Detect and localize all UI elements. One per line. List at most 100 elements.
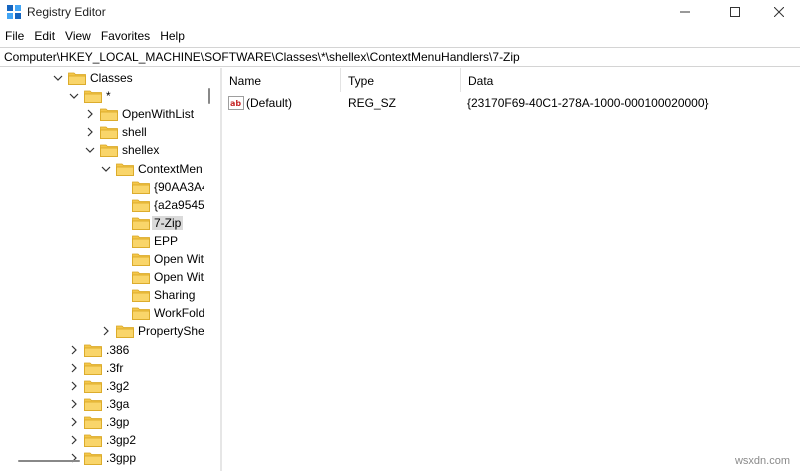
- folder-icon: [84, 452, 102, 465]
- maximize-icon: [730, 7, 740, 17]
- tree-node[interactable]: .3gp: [68, 413, 129, 431]
- tree-node[interactable]: .3gpp: [68, 449, 136, 467]
- menu-favorites[interactable]: Favorites: [96, 26, 155, 46]
- tree-node[interactable]: ContextMen: [100, 160, 203, 178]
- value-row[interactable]: ab (Default) REG_SZ {23170F69-40C1-278A-…: [222, 94, 782, 112]
- tree-node-label: 7-Zip: [152, 215, 184, 230]
- tree-node[interactable]: PropertyShe: [100, 322, 205, 340]
- tree-node[interactable]: *: [68, 87, 111, 105]
- folder-icon: [100, 126, 118, 140]
- tree-node[interactable]: OpenWithList: [84, 105, 194, 123]
- tree-node[interactable]: .3gp2: [68, 431, 136, 449]
- tree-node-label: Open Wit: [154, 270, 205, 285]
- chevron-right-icon[interactable]: [100, 325, 112, 337]
- tree-node-label: .3gp: [106, 414, 130, 429]
- tree-node-label: OpenWithList: [122, 107, 195, 122]
- chevron-down-icon[interactable]: [84, 144, 96, 156]
- tree-node-label: WorkFold: [154, 306, 206, 321]
- key-tree[interactable]: Classes * OpenWithList shell shellex ContextM…: [0, 68, 220, 471]
- tree-node-label: Classes: [90, 71, 133, 85]
- tree-node[interactable]: Open Wit: [116, 268, 204, 286]
- folder-icon: [84, 362, 102, 375]
- tree-node[interactable]: Open Wit: [116, 250, 204, 268]
- chevron-right-icon[interactable]: [68, 434, 80, 446]
- tree-node[interactable]: EPP: [116, 232, 178, 250]
- tree-node-label: ContextMen: [138, 161, 203, 176]
- chevron-right-icon[interactable]: [84, 108, 96, 120]
- folder-icon: [132, 199, 150, 212]
- chevron-down-icon[interactable]: [52, 72, 64, 84]
- minimize-icon: [680, 11, 690, 13]
- chevron-down-icon[interactable]: [100, 163, 112, 175]
- folder-icon: [132, 253, 150, 266]
- chevron-right-icon[interactable]: [68, 344, 80, 356]
- menu-view[interactable]: View: [60, 26, 96, 46]
- tree-node[interactable]: .3g2: [68, 377, 129, 395]
- folder-icon: [84, 398, 102, 411]
- column-header-name[interactable]: Name: [222, 71, 340, 91]
- menu-edit[interactable]: Edit: [29, 26, 60, 46]
- folder-icon: [84, 90, 102, 103]
- tree-node[interactable]: {90AA3A4: [116, 178, 209, 196]
- tree-node[interactable]: 7-Zip: [116, 214, 184, 232]
- menu-help[interactable]: Help: [155, 26, 190, 46]
- svg-text:ab: ab: [230, 99, 241, 108]
- tree-node[interactable]: WorkFold: [116, 304, 205, 322]
- tree-node[interactable]: .3ga: [68, 395, 129, 413]
- tree-node-label: Open Wit: [154, 252, 205, 266]
- close-button[interactable]: [756, 0, 800, 24]
- folder-icon: [132, 235, 150, 248]
- chevron-right-icon[interactable]: [68, 380, 80, 392]
- tree-node-label: PropertyShe: [138, 324, 205, 339]
- watermark: wsxdn.com: [734, 455, 790, 467]
- chevron-right-icon[interactable]: [84, 126, 96, 138]
- tree-node-label: shellex: [122, 143, 160, 158]
- folder-icon: [84, 344, 102, 357]
- minimize-button[interactable]: [662, 0, 708, 24]
- value-data: {23170F69-40C1-278A-1000-000100020000}: [467, 96, 709, 110]
- tree-horizontal-scroll-thumb[interactable]: [18, 460, 80, 462]
- chevron-right-icon[interactable]: [68, 416, 80, 428]
- folder-icon: [100, 144, 118, 158]
- tree-node-label: {a2a9545c: [154, 197, 211, 212]
- tree-node[interactable]: Classes: [52, 69, 133, 87]
- tree-node[interactable]: .386: [68, 341, 129, 359]
- column-header-type[interactable]: Type: [341, 71, 460, 91]
- tree-node-label: {90AA3A4: [154, 179, 209, 194]
- tree-node-label: .3ga: [106, 396, 130, 411]
- close-icon: [774, 7, 784, 17]
- folder-icon: [132, 181, 150, 194]
- address-bar[interactable]: Computer\HKEY_LOCAL_MACHINE\SOFTWARE\Cla…: [0, 47, 800, 67]
- chevron-right-icon[interactable]: [68, 362, 80, 374]
- tree-scroll-thumb[interactable]: [208, 88, 210, 104]
- tree-node[interactable]: Sharing: [116, 286, 195, 304]
- tree-node-label: .3fr: [106, 360, 124, 375]
- column-header-data[interactable]: Data: [461, 71, 781, 91]
- chevron-right-icon[interactable]: [68, 452, 80, 464]
- chevron-right-icon[interactable]: [68, 398, 80, 410]
- string-value-icon: ab: [228, 96, 244, 110]
- tree-node-label: .386: [106, 342, 130, 357]
- chevron-down-icon[interactable]: [68, 90, 80, 102]
- tree-node-label: Sharing: [154, 288, 196, 303]
- tree-node[interactable]: shell: [84, 123, 147, 141]
- value-name: (Default): [246, 96, 293, 110]
- registry-editor-app-icon: [7, 5, 21, 19]
- maximize-button[interactable]: [712, 0, 758, 24]
- values-list[interactable]: Name Type Data ab (Default) REG_SZ {2317…: [222, 68, 800, 471]
- tree-vertical-scrollbar[interactable]: [204, 68, 216, 460]
- address-path[interactable]: Computer\HKEY_LOCAL_MACHINE\SOFTWARE\Cla…: [4, 50, 520, 64]
- tree-node[interactable]: .3fr: [68, 359, 123, 377]
- tree-node[interactable]: shellex: [84, 141, 159, 159]
- menu-file[interactable]: File: [0, 26, 29, 46]
- tree-node-label: .3gpp: [106, 451, 137, 466]
- tree-node-label: .3g2: [106, 378, 130, 393]
- tree-node[interactable]: {a2a9545c: [116, 196, 211, 214]
- folder-icon: [116, 163, 134, 176]
